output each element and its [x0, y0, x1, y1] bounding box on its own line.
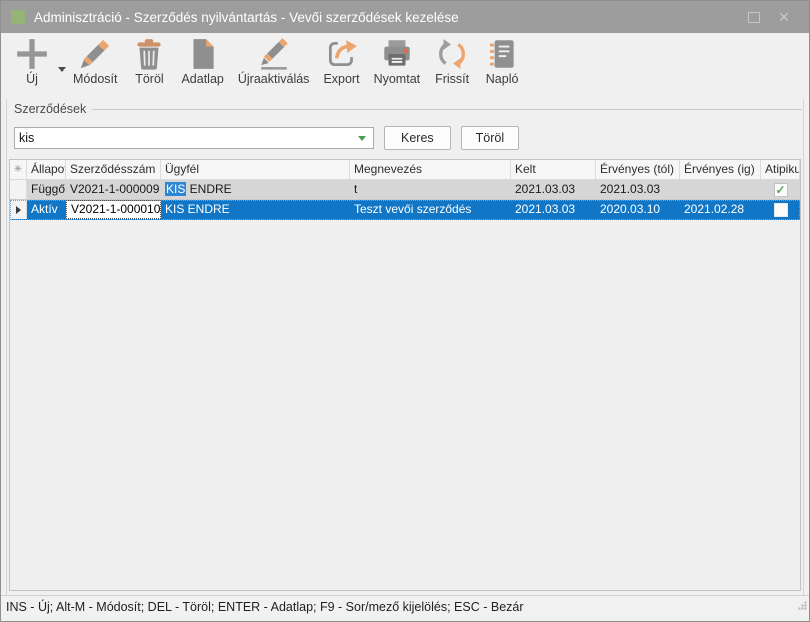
toolbar-button-modify[interactable]: Módosít — [66, 35, 124, 87]
pencil-icon — [77, 36, 113, 72]
toolbar-button-modify-label: Módosít — [73, 72, 117, 86]
maximize-icon — [748, 12, 760, 23]
maximize-button[interactable] — [739, 4, 769, 30]
search-row: Keres Töröl — [14, 126, 802, 150]
cell-atypical-checkbox[interactable]: ✓ — [761, 180, 800, 199]
cell-valid-from[interactable]: 2021.03.03 — [596, 180, 680, 199]
cell-description[interactable]: Teszt vevői szerződés — [350, 200, 511, 219]
toolbar-button-refresh-label: Frissít — [435, 72, 469, 86]
toolbar-button-print[interactable]: Nyomtat — [367, 35, 428, 87]
application-window: Adminisztráció - Szerződés nyilvántartás… — [0, 0, 810, 622]
client-rest: ENDRE — [186, 182, 231, 196]
cell-dated[interactable]: 2021.03.03 — [511, 180, 596, 199]
contracts-grid: ✳ Állapot Szerződésszám Ügyfél Megnevezé… — [9, 159, 801, 591]
column-header-description[interactable]: Megnevezés — [350, 160, 511, 179]
printer-icon — [379, 36, 415, 72]
pencil-line-icon — [256, 36, 292, 72]
current-row-indicator-icon — [16, 206, 21, 214]
grid-header-row: ✳ Állapot Szerződésszám Ügyfél Megnevezé… — [10, 160, 800, 180]
toolbar: Új Módosít — [1, 33, 809, 99]
toolbar-button-new-group: Új — [7, 35, 66, 87]
status-bar: INS - Új; Alt-M - Módosít; DEL - Töröl; … — [1, 595, 809, 617]
search-button[interactable]: Keres — [384, 126, 451, 150]
document-icon — [185, 36, 221, 72]
group-divider — [92, 109, 802, 110]
row-gutter[interactable] — [10, 180, 27, 199]
group-label: Szerződések — [14, 102, 86, 116]
cell-status[interactable]: Aktív — [27, 200, 66, 219]
toolbar-button-log-label: Napló — [486, 72, 519, 86]
checkbox-checked-icon: ✓ — [774, 183, 788, 197]
close-icon: ✕ — [778, 10, 790, 24]
search-input[interactable] — [15, 128, 358, 148]
window-title: Adminisztráció - Szerződés nyilvántartás… — [34, 10, 739, 25]
toolbar-button-export[interactable]: Export — [316, 35, 366, 87]
cell-contract-no-focused[interactable]: V2021-1-000010 — [66, 200, 161, 219]
cell-contract-no[interactable]: V2021-1-000009 — [66, 180, 161, 199]
refresh-icon — [434, 36, 470, 72]
table-row-selected[interactable]: Aktív V2021-1-000010 KIS ENDRE Teszt vev… — [10, 200, 800, 220]
row-gutter[interactable] — [10, 200, 27, 219]
toolbar-button-log[interactable]: Napló — [477, 35, 527, 87]
plus-icon — [14, 36, 50, 72]
trash-icon — [131, 36, 167, 72]
search-match-highlight: KIS — [165, 182, 186, 196]
toolbar-button-reactivate-label: Újraaktiválás — [238, 72, 310, 86]
toolbar-button-new[interactable]: Új — [7, 35, 57, 87]
close-button[interactable]: ✕ — [769, 4, 799, 30]
app-icon — [11, 10, 25, 24]
new-dropdown-arrow-icon[interactable] — [58, 67, 66, 72]
cell-description[interactable]: t — [350, 180, 511, 199]
cell-client[interactable]: KIS ENDRE — [161, 200, 350, 219]
column-header-contract-no[interactable]: Szerződésszám — [66, 160, 161, 179]
toolbar-button-delete-label: Töröl — [135, 72, 163, 86]
group-box-header: Szerződések — [8, 101, 802, 117]
contracts-panel: Szerződések Keres Töröl ✳ Állapot Szerző… — [6, 99, 804, 595]
grid-empty-area — [10, 220, 800, 590]
toolbar-button-refresh[interactable]: Frissít — [427, 35, 477, 87]
column-header-atypical[interactable]: Atipiku — [761, 160, 800, 179]
cell-client[interactable]: KIS ENDRE — [161, 180, 350, 199]
toolbar-button-delete[interactable]: Töröl — [124, 35, 174, 87]
cell-status[interactable]: Függő — [27, 180, 66, 199]
table-row[interactable]: Függő V2021-1-000009 KIS ENDRE t 2021.03… — [10, 180, 800, 200]
toolbar-button-print-label: Nyomtat — [374, 72, 421, 86]
toolbar-button-reactivate[interactable]: Újraaktiválás — [231, 35, 317, 87]
status-hint: INS - Új; Alt-M - Módosít; DEL - Töröl; … — [6, 600, 524, 614]
title-bar[interactable]: Adminisztráció - Szerződés nyilvántartás… — [1, 1, 809, 33]
cell-valid-from[interactable]: 2020.03.10 — [596, 200, 680, 219]
column-header-dated[interactable]: Kelt — [511, 160, 596, 179]
resize-grip-icon[interactable] — [798, 597, 807, 615]
toolbar-button-export-label: Export — [323, 72, 359, 86]
cell-atypical-checkbox[interactable] — [761, 200, 800, 219]
column-header-selector[interactable]: ✳ — [10, 160, 27, 179]
column-header-valid-from[interactable]: Érvényes (tól) — [596, 160, 680, 179]
journal-icon — [484, 36, 520, 72]
cell-dated[interactable]: 2021.03.03 — [511, 200, 596, 219]
cell-valid-to[interactable] — [680, 180, 761, 199]
column-header-client[interactable]: Ügyfél — [161, 160, 350, 179]
export-arrow-icon — [324, 36, 360, 72]
combo-dropdown-icon[interactable] — [358, 136, 366, 141]
toolbar-button-new-label: Új — [26, 72, 38, 86]
toolbar-button-datasheet[interactable]: Adatlap — [174, 35, 230, 87]
checkbox-unchecked-icon — [774, 203, 788, 217]
column-header-status[interactable]: Állapot — [27, 160, 66, 179]
cell-valid-to[interactable]: 2021.02.28 — [680, 200, 761, 219]
column-header-valid-to[interactable]: Érvényes (ig) — [680, 160, 761, 179]
toolbar-button-datasheet-label: Adatlap — [181, 72, 223, 86]
search-combo[interactable] — [14, 127, 374, 149]
clear-button[interactable]: Töröl — [461, 126, 519, 150]
